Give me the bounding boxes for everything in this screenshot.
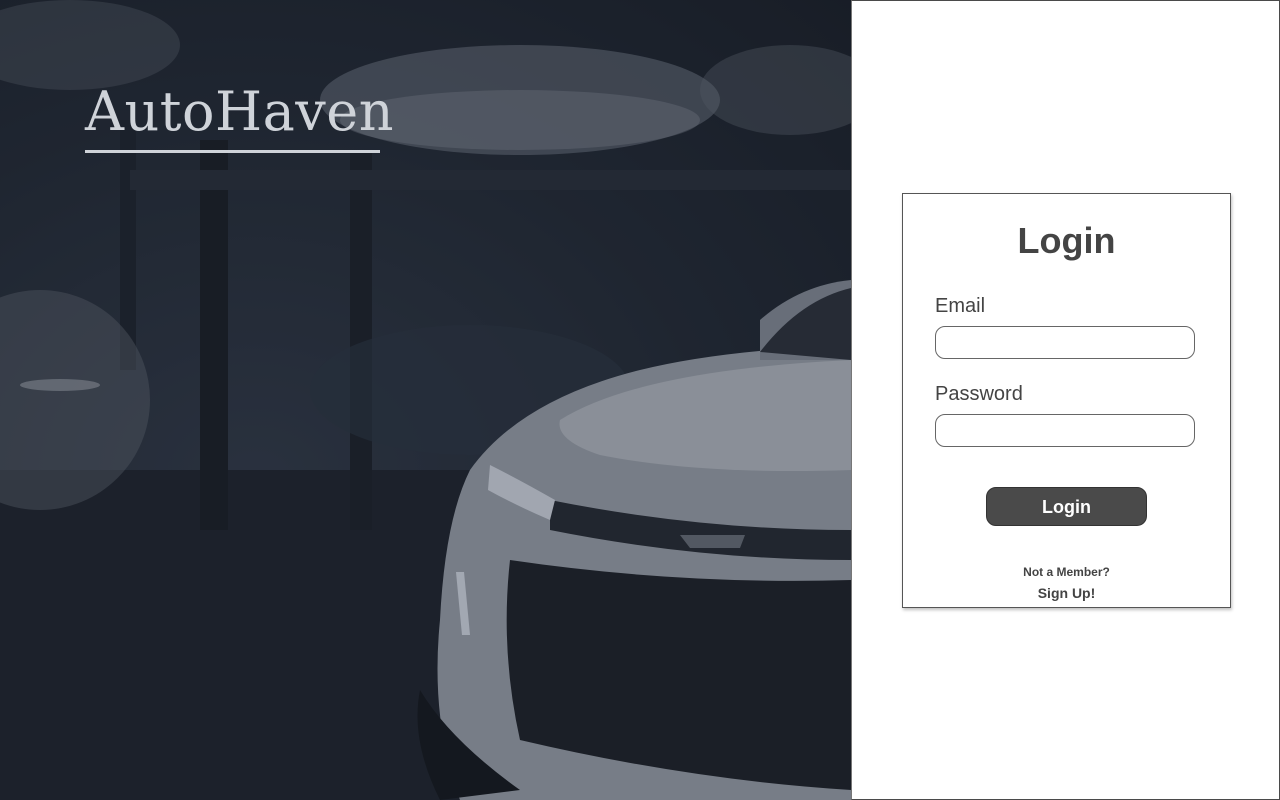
email-label: Email xyxy=(935,295,986,317)
login-button[interactable]: Login xyxy=(986,487,1147,526)
password-label: Password xyxy=(935,383,1023,405)
login-title: Login xyxy=(1017,220,1116,261)
password-field[interactable] xyxy=(935,414,1195,447)
signup-link[interactable]: Sign Up! xyxy=(902,585,1231,601)
hero-background-image: AutoHaven xyxy=(0,0,851,800)
logo-underline xyxy=(85,150,380,153)
not-member-text: Not a Member? xyxy=(1023,565,1110,579)
brand-logo: AutoHaven xyxy=(85,80,395,143)
email-field[interactable] xyxy=(935,326,1195,359)
